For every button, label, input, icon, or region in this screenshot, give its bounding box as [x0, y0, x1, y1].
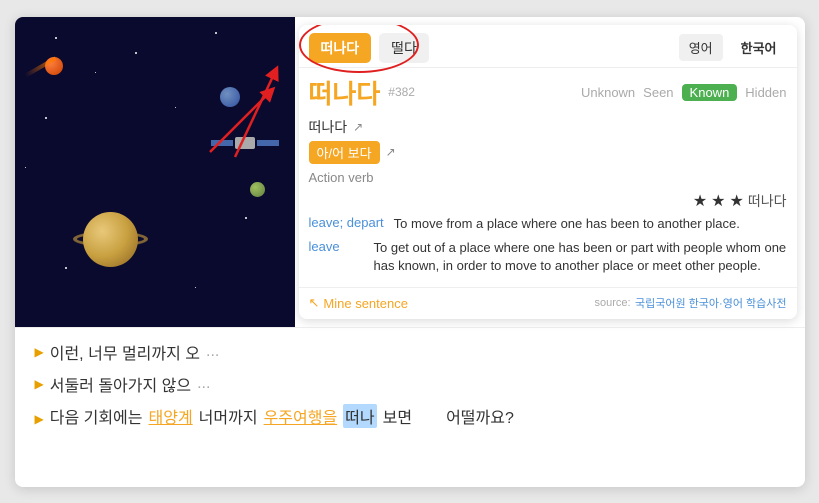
- expand-subword-icon[interactable]: ↗: [353, 120, 363, 134]
- mine-sentence-arrow: ↖: [309, 295, 320, 311]
- star: [135, 52, 137, 54]
- star: [25, 167, 26, 168]
- main-container: 떠나다 떨다 영어 한국어 떠나다 #382 Unknown Seen Know…: [15, 17, 805, 487]
- star: [215, 32, 217, 34]
- sentence-row-3: ▶ 다음 기회에는 태양계 너머까지 우주여행을 떠나 보면 어떨까요?: [35, 404, 785, 428]
- popup-panel: 떠나다 떨다 영어 한국어 떠나다 #382 Unknown Seen Know…: [299, 25, 797, 319]
- word-row: 떠나다 #382 Unknown Seen Known Hidden: [299, 68, 797, 113]
- word-tab-tteunada[interactable]: 떠나다: [309, 33, 372, 63]
- saturn-body: [83, 212, 138, 267]
- sub-word-row: 떠나다 ↗: [299, 113, 797, 139]
- footer-row: ↖ Mine sentence source: 국립국어원 한국아·영어 학습사…: [299, 287, 797, 318]
- conjugate-btn[interactable]: 아/어 보다: [309, 141, 380, 164]
- def-term-2: leave: [309, 239, 364, 275]
- status-known[interactable]: Known: [682, 84, 738, 101]
- highlighted-word-2: 우주여행을: [264, 404, 338, 428]
- stars-row: ★ ★ ★ 떠나다: [299, 187, 797, 213]
- star: [195, 287, 196, 288]
- def-row-2: leave To get out of a place where one ha…: [309, 239, 787, 275]
- small-planet: [220, 87, 240, 107]
- status-seen[interactable]: Seen: [643, 85, 673, 100]
- status-unknown[interactable]: Unknown: [581, 85, 635, 100]
- sentence-ellipsis-2: ...: [197, 375, 210, 393]
- word-number: #382: [388, 85, 415, 99]
- lang-korean-btn[interactable]: 한국어: [731, 34, 787, 61]
- popup-header: 떠나다 떨다 영어 한국어: [299, 25, 797, 68]
- star: [175, 107, 176, 108]
- star: [55, 37, 57, 39]
- lang-english-btn[interactable]: 영어: [679, 34, 723, 61]
- sat-panel-left: [211, 140, 233, 146]
- space-scene: [15, 17, 295, 327]
- source-link[interactable]: 국립국어원 한국아·영어 학습사전: [635, 295, 786, 311]
- star-3: ★: [730, 191, 744, 211]
- sentence-part-1: 다음 기회에는: [50, 404, 143, 428]
- conjugate-row: 아/어 보다 ↗: [299, 139, 797, 166]
- triangle-3: ▶: [35, 412, 44, 426]
- expand-conjugate-icon[interactable]: ↗: [386, 145, 396, 159]
- word-main: 떠나다: [309, 74, 381, 111]
- def-text-2: To get out of a place where one has been…: [374, 239, 787, 275]
- sentence-suffix: 어떨까요?: [424, 404, 514, 428]
- status-hidden[interactable]: Hidden: [745, 85, 786, 100]
- sat-panel-right: [257, 140, 279, 146]
- sub-word: 떠나다: [309, 117, 348, 137]
- star: [245, 217, 247, 219]
- saturn: [75, 212, 145, 267]
- sentence-text-2: 서둘러 돌아가지 않으: [50, 372, 191, 396]
- sentence-row-1: ▶ 이런, 너무 멀리까지 오...: [35, 340, 785, 364]
- image-panel: [15, 17, 295, 327]
- def-text-1: To move from a place where one has been …: [394, 215, 787, 233]
- sentence-ellipsis-1: ...: [206, 343, 219, 361]
- sentence-text-1: 이런, 너무 멀리까지 오: [50, 340, 200, 364]
- source-label: source:: [595, 297, 631, 309]
- triangle-2: ▶: [35, 377, 44, 391]
- def-term-1: leave; depart: [309, 215, 384, 233]
- star: [95, 72, 96, 73]
- pos-label: Action verb: [299, 166, 797, 187]
- mine-sentence-btn[interactable]: ↖ Mine sentence: [309, 295, 408, 311]
- sentence-part-3: 보면: [383, 404, 412, 428]
- star-1: ★: [693, 191, 707, 211]
- word-repeat: 떠나다: [748, 191, 787, 211]
- def-row-1: leave; depart To move from a place where…: [309, 215, 787, 233]
- star-2: ★: [711, 191, 725, 211]
- sat-body: [235, 137, 255, 149]
- star: [65, 267, 67, 269]
- satellite: [235, 137, 255, 149]
- bottom-section: ▶ 이런, 너무 멀리까지 오... ▶ 서둘러 돌아가지 않으... ▶ 다음…: [15, 327, 805, 438]
- highlighted-word-1: 태양계: [149, 404, 193, 428]
- sentence-row-2: ▶ 서둘러 돌아가지 않으...: [35, 372, 785, 396]
- triangle-1: ▶: [35, 345, 44, 359]
- top-section: 떠나다 떨다 영어 한국어 떠나다 #382 Unknown Seen Know…: [15, 17, 805, 327]
- mine-sentence-label: Mine sentence: [323, 296, 408, 311]
- definitions: leave; depart To move from a place where…: [299, 213, 797, 284]
- highlighted-blue-word: 떠나: [343, 404, 376, 428]
- word-tab-ttelda[interactable]: 떨다: [379, 33, 429, 63]
- small-planet-2: [250, 182, 265, 197]
- star: [45, 117, 47, 119]
- sentence-part-2: 너머까지: [199, 404, 258, 428]
